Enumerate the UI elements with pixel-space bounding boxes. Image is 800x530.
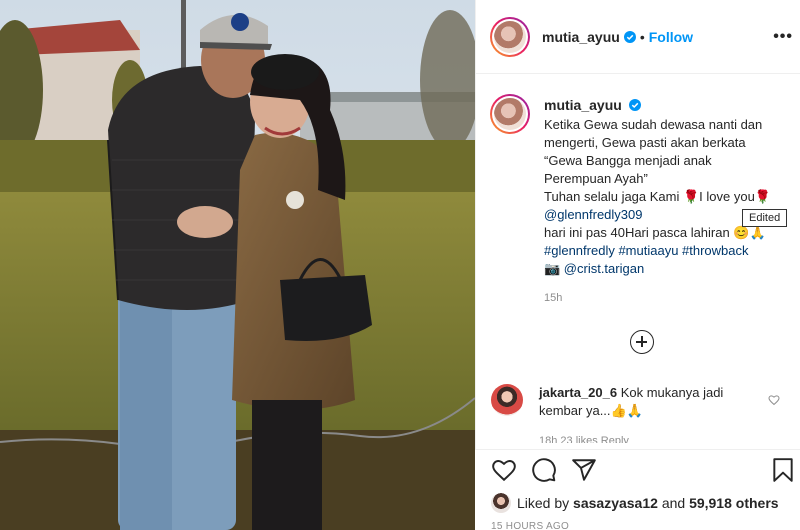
heart-icon[interactable] (768, 394, 780, 406)
hashtag-links[interactable]: #glennfredly #mutiaayu #throwback (544, 242, 794, 260)
caption-author-avatar[interactable] (490, 94, 530, 134)
caption-body: mutia_ayuu Ketika Gewa sudah dewasa nant… (544, 90, 794, 278)
commenter-avatar[interactable] (491, 384, 523, 416)
photo-illustration (0, 0, 475, 530)
liked-by-label: Liked by (517, 495, 570, 511)
post-header: mutia_ayuu • Follow ••• (476, 0, 800, 74)
commenter-username[interactable]: jakarta_20_6 (539, 385, 617, 400)
separator-dot: • (639, 28, 645, 45)
follow-button[interactable]: Follow (649, 29, 693, 45)
post-photo (0, 0, 475, 530)
likes-summary: Liked by sasazyasa12 and 59,918 others (491, 493, 779, 513)
caption-line: “Gewa Bangga menjadi anak (544, 153, 712, 168)
bookmark-icon[interactable] (770, 457, 796, 483)
likes-count[interactable]: 59,918 others (689, 495, 779, 511)
likes-and-label: and (661, 495, 686, 511)
caption-time: 15h (544, 292, 563, 304)
author-username[interactable]: mutia_ayuu (542, 29, 620, 45)
caption-username[interactable]: mutia_ayuu (544, 96, 622, 114)
heart-icon[interactable] (491, 457, 517, 483)
comment-icon[interactable] (531, 457, 557, 483)
comment-meta: 18h 23 likes Reply (539, 435, 629, 443)
edited-tooltip: Edited (742, 209, 788, 227)
liker-username[interactable]: sasazyasa12 (573, 495, 658, 511)
caption-line: Perempuan Ayah” (544, 171, 648, 186)
caption-line: Ketika Gewa sudah dewasa nanti dan (544, 117, 763, 132)
comment-body: jakarta_20_6 Kok mukanya jadi kembar ya.… (539, 384, 769, 420)
author-avatar[interactable] (490, 16, 530, 57)
more-options-icon[interactable]: ••• (773, 28, 793, 46)
post-timestamp: 15 HOURS AGO (491, 521, 570, 530)
verified-badge-icon (629, 99, 642, 111)
post-actions: Liked by sasazyasa12 and 59,918 others 1… (475, 449, 800, 530)
caption-line: Tuhan selalu jaga Kami 🌹I love you🌹 (544, 189, 772, 204)
add-comments-icon[interactable] (630, 330, 654, 354)
liker-avatar[interactable] (491, 493, 511, 513)
verified-badge-icon (623, 30, 636, 43)
share-icon[interactable] (571, 457, 597, 483)
caption-line: mengerti, Gewa pasti akan berkata (544, 135, 746, 150)
photo-credit-link[interactable]: 📷 @crist.tarigan (544, 260, 794, 278)
